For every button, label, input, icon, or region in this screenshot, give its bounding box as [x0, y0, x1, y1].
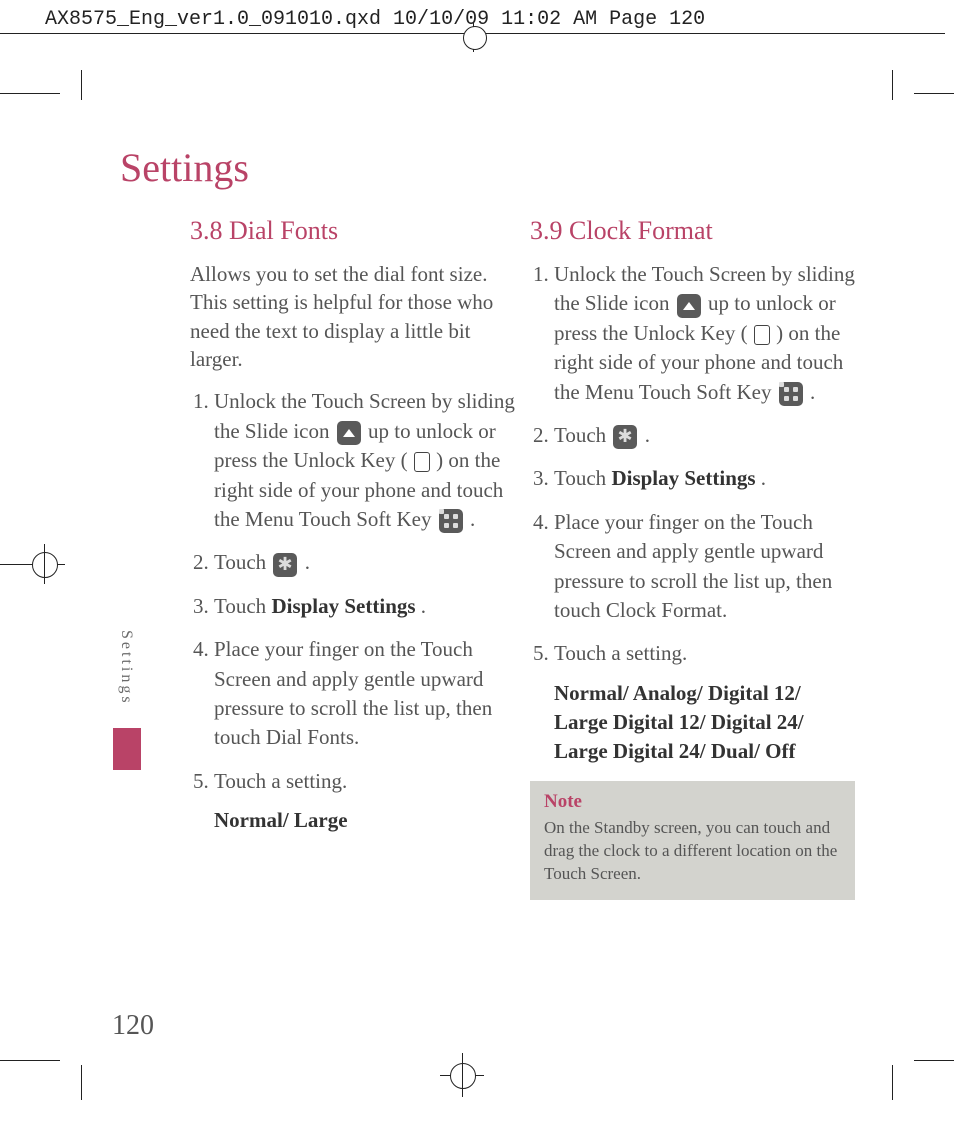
step-item: Touch Display Settings .	[214, 592, 515, 621]
crop-mark	[0, 1060, 954, 1120]
unlock-key-icon	[414, 452, 430, 472]
display-settings-label: Display Settings	[611, 466, 755, 490]
subheading-clock-format: 3.9 Clock Format	[530, 216, 855, 246]
step-item: Place your finger on the Touch Screen an…	[554, 508, 855, 626]
description: Allows you to set the dial font size. Th…	[190, 260, 515, 373]
unlock-key-icon	[754, 325, 770, 345]
steps-list: Unlock the Touch Screen by sliding the S…	[190, 387, 515, 835]
content-columns: 3.8 Dial Fonts Allows you to set the dia…	[190, 216, 870, 900]
slide-up-icon	[677, 294, 701, 318]
right-column: 3.9 Clock Format Unlock the Touch Screen…	[530, 216, 855, 900]
subheading-dial-fonts: 3.8 Dial Fonts	[190, 216, 515, 246]
display-settings-label: Display Settings	[271, 594, 415, 618]
step-item: Touch a setting. Normal/ Analog/ Digital…	[554, 639, 855, 767]
page-title: Settings	[120, 144, 954, 191]
settings-gear-icon	[613, 425, 637, 449]
step-item: Unlock the Touch Screen by sliding the S…	[554, 260, 855, 407]
side-tab-bar	[113, 728, 141, 770]
meta-text: AX8575_Eng_ver1.0_091010.qxd 10/10/09 11…	[45, 8, 705, 31]
slide-up-icon	[337, 421, 361, 445]
options-list: Normal/ Analog/ Digital 12/ Large Digita…	[554, 679, 855, 767]
step-item: Touch a setting. Normal/ Large	[214, 767, 515, 836]
note-title: Note	[544, 791, 841, 813]
menu-soft-key-icon	[439, 509, 463, 533]
step-item: Touch .	[554, 421, 855, 450]
step-item: Unlock the Touch Screen by sliding the S…	[214, 387, 515, 534]
document-meta-header: AX8575_Eng_ver1.0_091010.qxd 10/10/09 11…	[0, 0, 945, 34]
menu-soft-key-icon	[779, 382, 803, 406]
side-tab-label: Settings	[117, 630, 135, 706]
left-column: 3.8 Dial Fonts Allows you to set the dia…	[190, 216, 515, 900]
crop-mark	[0, 60, 954, 100]
step-item: Touch Display Settings .	[554, 464, 855, 493]
step-item: Touch .	[214, 548, 515, 577]
steps-list: Unlock the Touch Screen by sliding the S…	[530, 260, 855, 767]
note-text: On the Standby screen, you can touch and…	[544, 817, 841, 886]
page-number: 120	[112, 1010, 154, 1042]
options-list: Normal/ Large	[214, 806, 515, 835]
note-box: Note On the Standby screen, you can touc…	[530, 781, 855, 900]
step-item: Place your finger on the Touch Screen an…	[214, 635, 515, 753]
settings-gear-icon	[273, 553, 297, 577]
